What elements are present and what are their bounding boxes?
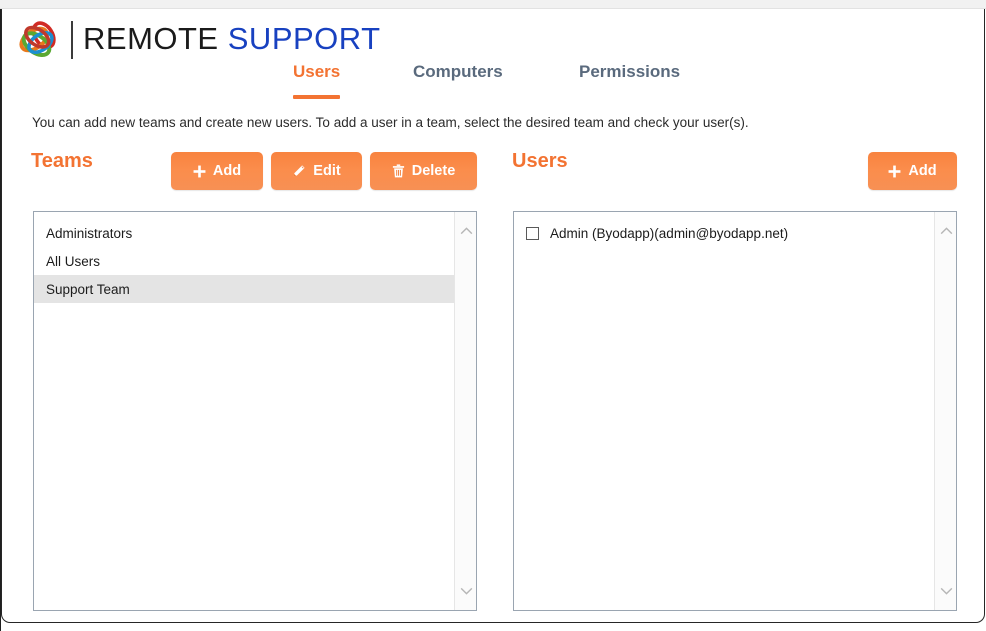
user-name: Admin (Byodapp)(admin@byodapp.net) — [550, 225, 789, 241]
team-edit-button[interactable]: Edit — [271, 152, 362, 190]
users-scrollbar[interactable] — [934, 212, 956, 610]
list-item[interactable]: Support Team — [34, 275, 454, 303]
list-item[interactable]: Administrators — [34, 219, 454, 247]
remote-support-logo-icon — [13, 18, 61, 64]
list-item[interactable]: All Users — [34, 247, 454, 275]
plus-icon — [193, 165, 206, 178]
plus-icon — [888, 165, 901, 178]
teams-scrollbar[interactable] — [454, 212, 476, 610]
scroll-up-icon[interactable] — [455, 220, 476, 242]
tab-users-label: Users — [293, 62, 341, 81]
users-section-title: Users — [512, 150, 568, 172]
user-add-button[interactable]: Add — [868, 152, 957, 190]
logo-divider — [71, 21, 73, 59]
user-checkbox[interactable] — [526, 226, 539, 240]
teams-listbox[interactable]: Administrators All Users Support Team — [33, 211, 477, 611]
desktop-top-strip — [0, 0, 986, 9]
remote-support-window: REMOTE SUPPORT Users Computers Permissio… — [1, 9, 985, 623]
tab-computers[interactable]: Computers — [413, 62, 503, 90]
team-delete-label: Delete — [411, 163, 456, 179]
team-name: All Users — [46, 253, 101, 269]
scroll-up-icon[interactable] — [935, 220, 956, 242]
scroll-down-icon[interactable] — [455, 580, 476, 602]
tab-permissions-label: Permissions — [579, 62, 681, 81]
teams-section-title: Teams — [31, 150, 93, 172]
app-title-support: SUPPORT — [227, 21, 381, 56]
app-title-remote: REMOTE — [83, 21, 219, 56]
teams-list: Administrators All Users Support Team — [34, 212, 454, 610]
team-edit-label: Edit — [313, 163, 341, 179]
app-header: REMOTE SUPPORT — [2, 9, 984, 61]
team-delete-button[interactable]: Delete — [370, 152, 477, 190]
team-name: Administrators — [46, 225, 133, 241]
tab-computers-label: Computers — [413, 62, 503, 81]
page-description: You can add new teams and create new use… — [32, 115, 749, 130]
users-listbox[interactable]: Admin (Byodapp)(admin@byodapp.net) — [513, 211, 957, 611]
app-title: REMOTE SUPPORT — [83, 18, 381, 60]
trash-icon — [392, 164, 405, 178]
tab-active-underline — [293, 95, 341, 99]
team-add-button[interactable]: Add — [171, 152, 263, 190]
list-item[interactable]: Admin (Byodapp)(admin@byodapp.net) — [514, 219, 934, 247]
team-name: Support Team — [46, 281, 130, 297]
team-add-label: Add — [212, 163, 242, 179]
tab-permissions[interactable]: Permissions — [579, 62, 680, 90]
main-tabs: Users Computers Permissions — [2, 62, 984, 106]
users-list: Admin (Byodapp)(admin@byodapp.net) — [514, 212, 934, 610]
scroll-down-icon[interactable] — [935, 580, 956, 602]
pencil-icon — [292, 164, 306, 178]
tab-users[interactable]: Users — [293, 62, 341, 99]
user-add-label: Add — [908, 163, 937, 179]
